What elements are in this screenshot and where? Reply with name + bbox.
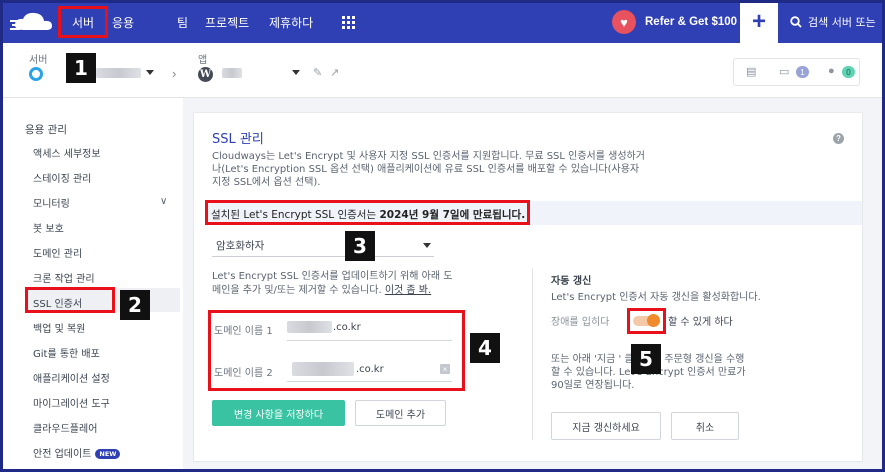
sidebar-item-git[interactable]: Git를 통한 배포 [33, 345, 100, 360]
nav-applications[interactable]: 응용 [112, 14, 134, 31]
safe-updates-label: 안전 업데이트 [33, 449, 92, 460]
sidebar-item-bot-protection[interactable]: 봇 보호 [33, 220, 64, 235]
folder-count-badge: 1 [796, 66, 809, 78]
ssl-type-value: 암호화하자 [216, 240, 265, 252]
sidebar-item-domain[interactable]: 도메인 관리 [33, 245, 82, 260]
annotation-number-5: 5 [631, 344, 661, 374]
sidebar-item-staging[interactable]: 스테이징 관리 [33, 170, 91, 185]
user-count-badge: 0 [842, 66, 855, 78]
server-dropdown-caret-icon[interactable] [146, 70, 154, 75]
help-icon[interactable]: ? [833, 133, 844, 144]
sidebar-item-monitoring[interactable]: 모니터링 [33, 195, 70, 210]
add-domain-button[interactable]: 도메인 추가 [355, 400, 446, 426]
top-navbar: 서버 응용 팀 프로젝트 제휴하다 ♥ Refer & Get $100 + 검… [0, 0, 885, 43]
sidebar-item-app-settings[interactable]: 애플리케이션 설정 [33, 370, 110, 385]
annotation-number-3: 3 [345, 231, 375, 261]
nav-projects[interactable]: 프로젝트 [205, 14, 249, 31]
cancel-button[interactable]: 취소 [671, 412, 739, 440]
add-button[interactable]: + [740, 0, 778, 43]
edit-pencil-icon[interactable]: ✎ [313, 66, 322, 79]
new-badge: NEW [95, 449, 121, 459]
sidebar-item-migration[interactable]: 마이그레이션 도구 [33, 395, 110, 410]
sidebar-heading: 응용 관리 [25, 124, 67, 136]
app-dropdown-caret-icon[interactable] [292, 70, 300, 75]
annotation-number-2: 2 [120, 290, 150, 320]
ssl-type-select[interactable]: 암호화하자 [212, 233, 434, 257]
nav-team[interactable]: 팀 [177, 14, 188, 31]
folder-icon[interactable]: ▭ [779, 65, 789, 78]
server-provider-icon [29, 67, 43, 81]
search-box[interactable]: 검색 서버 또는 [790, 14, 876, 30]
toggle-disable-label: 장애를 입히다 [551, 317, 610, 328]
annotation-number-4: 4 [470, 333, 500, 363]
annotation-box-1 [58, 6, 108, 38]
desc-line-1: Cloudways는 Let's Encrypt 및 사용자 지정 SSL 인증… [212, 151, 645, 162]
auto-renew-title: 자동 갱신 [551, 276, 592, 287]
annotation-number-1: 1 [66, 53, 96, 83]
nav-affiliate[interactable]: 제휴하다 [269, 14, 313, 31]
server-label: 서버 [29, 55, 48, 66]
user-icon[interactable]: ● [828, 65, 835, 77]
left-desc-line-1: Let's Encrypt SSL 인증서를 업데이트하기 위해 아래 도 [212, 271, 453, 282]
search-placeholder: 검색 서버 또는 [808, 16, 876, 29]
auto-renew-desc: Let's Encrypt 인증서 자동 갱신을 활성화합니다. [551, 292, 761, 303]
cloudways-logo[interactable] [10, 10, 58, 34]
left-desc-line-2: 메인을 추가 및/또는 제거할 수 있습니다. [212, 285, 382, 296]
search-icon [790, 16, 802, 28]
external-link-icon[interactable]: ↗ [330, 66, 339, 79]
wordpress-icon: W [198, 67, 213, 82]
renew-desc-3: 90일로 연장됩니다. [551, 380, 635, 391]
desc-line-2: 나(Let's Encryption SSL 옵션 선택) 애플리케이션에 유료… [212, 164, 640, 175]
apps-grid-icon[interactable] [342, 16, 355, 29]
ssl-type-caret-icon[interactable] [423, 243, 431, 248]
heart-icon: ♥ [612, 10, 636, 34]
annotation-box-2 [25, 287, 115, 313]
app-name-blurred[interactable] [222, 68, 242, 78]
server-name-blurred[interactable] [96, 68, 141, 78]
chevron-right-icon: › [172, 66, 177, 81]
renew-now-button[interactable]: 지금 갱신하세요 [551, 412, 661, 440]
desc-line-3: 지정 SSL에서 옵션 선택). [212, 177, 321, 188]
sidebar-item-cron[interactable]: 크론 작업 관리 [33, 270, 95, 285]
toggle-enable-label: 할 수 있게 하다 [668, 317, 733, 328]
sidebar-item-access-details[interactable]: 액세스 세부정보 [33, 145, 101, 160]
chevron-down-icon[interactable]: ∨ [160, 196, 167, 207]
domain-description: Let's Encrypt SSL 인증서를 업데이트하기 위해 아래 도 메인… [212, 270, 482, 298]
annotation-box-4 [208, 310, 465, 391]
column-divider [532, 268, 533, 440]
sidebar-item-safe-updates[interactable]: 안전 업데이트 NEW [33, 445, 121, 460]
list-icon[interactable]: ▤ [746, 65, 756, 78]
ssl-description: Cloudways는 Let's Encrypt 및 사용자 지정 SSL 인증… [212, 150, 682, 189]
page-title: SSL 관리 [212, 132, 264, 147]
save-changes-button[interactable]: 변경 사항을 저장하다 [212, 400, 345, 426]
refer-label: Refer & Get $100 [645, 16, 738, 28]
app-label: 앱 [198, 55, 208, 66]
annotation-box-3 [205, 200, 530, 225]
refer-button[interactable]: ♥ Refer & Get $100 [612, 8, 740, 36]
sidebar-item-backup[interactable]: 백업 및 복원 [33, 320, 85, 335]
check-this-link[interactable]: 이것 좀 봐. [385, 285, 431, 296]
sidebar-item-cloudflare[interactable]: 클라우드플레어 [33, 420, 97, 435]
annotation-box-5 [627, 308, 666, 334]
